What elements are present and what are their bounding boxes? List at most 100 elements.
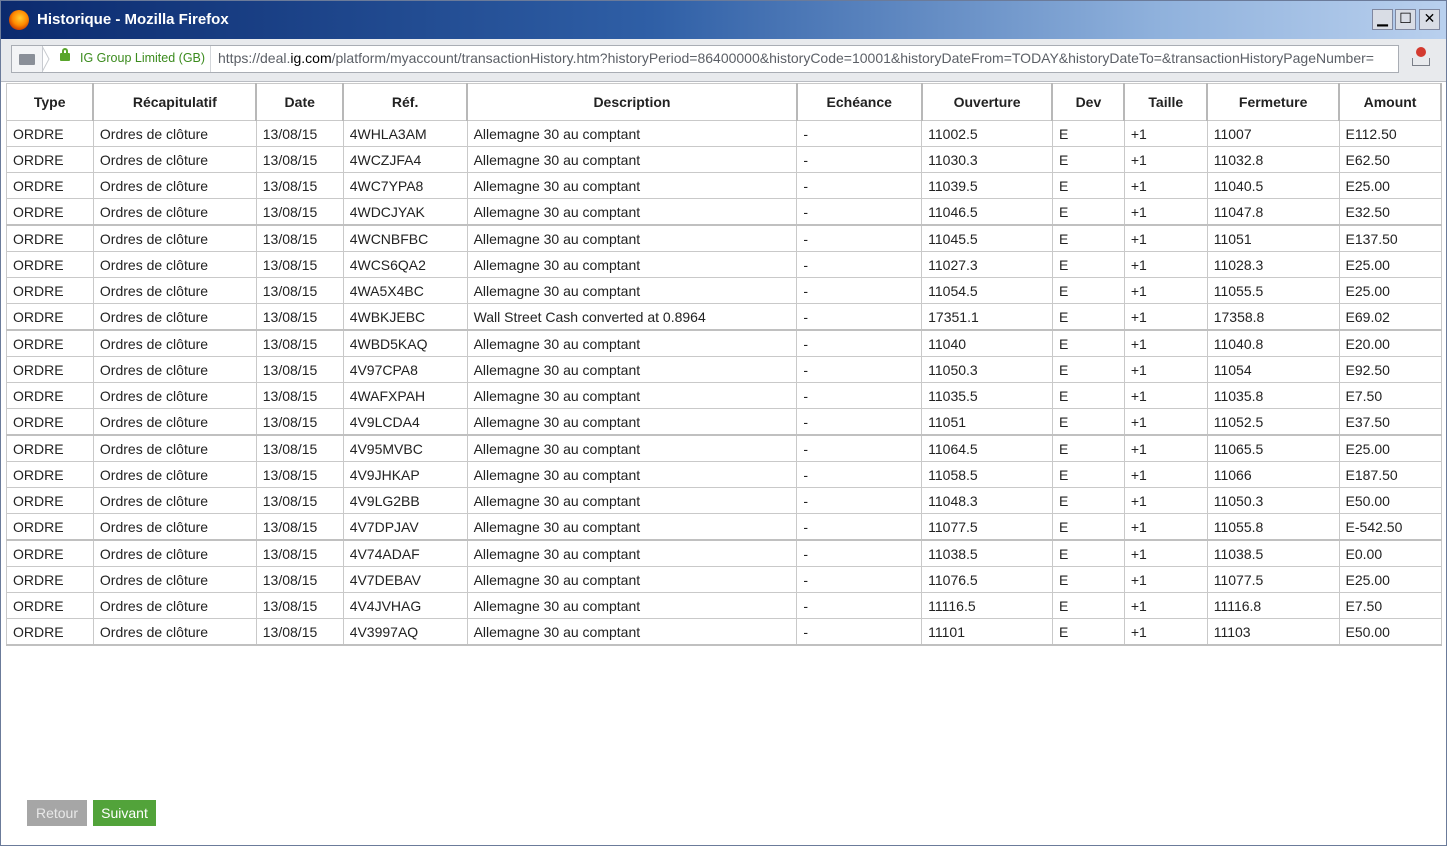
table-cell: 11051 xyxy=(921,408,1053,436)
table-cell: - xyxy=(796,146,923,173)
table-cell: 4WBKJEBC xyxy=(342,303,468,331)
table-cell: +1 xyxy=(1123,356,1208,383)
table-cell: Allemagne 30 au comptant xyxy=(466,277,798,304)
column-header[interactable]: Type xyxy=(6,83,95,121)
table-cell: ORDRE xyxy=(6,566,94,593)
table-cell: 4WAFXPAH xyxy=(342,382,468,409)
table-row: ORDRE Ordres de clôture 13/08/15 4V3997AQ Al… xyxy=(6,618,1442,646)
table-cell: ORDRE xyxy=(6,487,94,514)
table-cell: 11103 xyxy=(1206,618,1340,646)
table-row: ORDRE Ordres de clôture 13/08/15 4V9JHKAP Al… xyxy=(6,461,1442,488)
table-cell: E xyxy=(1051,277,1125,304)
table-cell: ORDRE xyxy=(6,251,94,278)
table-cell: Ordres de clôture xyxy=(92,277,257,304)
table-cell: E69.02 xyxy=(1338,303,1442,331)
table-cell: +1 xyxy=(1123,146,1208,173)
table-cell: Ordres de clôture xyxy=(92,198,257,226)
table-cell: 4V95MVBC xyxy=(342,434,468,462)
table-cell: 13/08/15 xyxy=(255,408,344,436)
table-cell: Ordres de clôture xyxy=(92,356,257,383)
site-identity-label[interactable]: IG Group Limited (GB) xyxy=(80,51,205,65)
table-cell: E25.00 xyxy=(1338,277,1442,304)
close-button[interactable]: ✕ xyxy=(1419,9,1440,30)
table-cell: +1 xyxy=(1123,434,1208,462)
page-identity-icon[interactable] xyxy=(12,46,43,72)
column-header[interactable]: Fermeture xyxy=(1206,83,1341,121)
table-cell: ORDRE xyxy=(6,356,94,383)
column-header[interactable]: Dev xyxy=(1051,83,1126,121)
url-text[interactable]: https://deal.ig.com/platform/myaccount/t… xyxy=(218,50,1394,66)
table-cell: 4V7DEBAV xyxy=(342,566,468,593)
chevron-right-icon xyxy=(42,46,50,72)
column-header[interactable]: Ouverture xyxy=(921,83,1054,121)
table-cell: 11030.3 xyxy=(921,146,1053,173)
maximize-button[interactable]: ☐ xyxy=(1395,9,1416,30)
table-cell: - xyxy=(796,513,923,541)
column-header[interactable]: Date xyxy=(255,83,345,121)
table-cell: E137.50 xyxy=(1338,224,1442,252)
lock-icon xyxy=(60,48,70,61)
column-header[interactable]: Réf. xyxy=(342,83,469,121)
table-cell: E xyxy=(1051,120,1125,147)
table-cell: 4WA5X4BC xyxy=(342,277,468,304)
table-cell: ORDRE xyxy=(6,461,94,488)
table-cell: Ordres de clôture xyxy=(92,618,257,646)
table-cell: E25.00 xyxy=(1338,434,1442,462)
table-cell: 11051 xyxy=(1206,224,1340,252)
table-row: ORDRE Ordres de clôture 13/08/15 4V9LCDA4 Al… xyxy=(6,408,1442,436)
table-cell: 11038.5 xyxy=(1206,539,1340,567)
navigation-bar: IG Group Limited (GB) https://deal.ig.co… xyxy=(1,39,1446,82)
column-header[interactable]: Echéance xyxy=(796,83,923,121)
table-cell: 11054.5 xyxy=(921,277,1053,304)
table-cell: 11035.8 xyxy=(1206,382,1340,409)
table-cell: 13/08/15 xyxy=(255,251,344,278)
table-cell: 11077.5 xyxy=(921,513,1053,541)
table-cell: - xyxy=(796,382,923,409)
suivant-button[interactable]: Suivant xyxy=(93,800,156,826)
table-cell: 11002.5 xyxy=(921,120,1053,147)
table-cell: Wall Street Cash converted at 0.8964 xyxy=(466,303,798,331)
table-cell: 4WCNBFBC xyxy=(342,224,468,252)
table-cell: 4V74ADAF xyxy=(342,539,468,567)
table-cell: E xyxy=(1051,172,1125,199)
table-cell: 11052.5 xyxy=(1206,408,1340,436)
table-cell: 11027.3 xyxy=(921,251,1053,278)
table-cell: +1 xyxy=(1123,120,1208,147)
table-cell: - xyxy=(796,487,923,514)
table-cell: - xyxy=(796,618,923,646)
table-row: ORDRE Ordres de clôture 13/08/15 4V4JVHAG Al… xyxy=(6,592,1442,619)
title-bar[interactable]: Historique - Mozilla Firefox ▁ ☐ ✕ xyxy=(1,1,1446,39)
address-bar[interactable]: IG Group Limited (GB) https://deal.ig.co… xyxy=(11,45,1399,73)
table-cell: E xyxy=(1051,146,1125,173)
table-cell: 13/08/15 xyxy=(255,172,344,199)
table-cell: 13/08/15 xyxy=(255,618,344,646)
column-header[interactable]: Récapitulatif xyxy=(92,83,258,121)
table-row: ORDRE Ordres de clôture 13/08/15 4WAFXPAH Al… xyxy=(6,382,1442,409)
table-cell: E25.00 xyxy=(1338,251,1442,278)
table-cell: - xyxy=(796,408,923,436)
minimize-button[interactable]: ▁ xyxy=(1372,9,1393,30)
notification-icon[interactable] xyxy=(1410,47,1432,69)
table-cell: 11040.5 xyxy=(1206,172,1340,199)
table-cell: Allemagne 30 au comptant xyxy=(466,461,798,488)
column-header[interactable]: Description xyxy=(466,83,798,121)
retour-button[interactable]: Retour xyxy=(27,800,87,826)
table-cell: 11076.5 xyxy=(921,566,1053,593)
table-cell: ORDRE xyxy=(6,329,94,357)
table-row: ORDRE Ordres de clôture 13/08/15 4WA5X4BC Al… xyxy=(6,277,1442,304)
table-cell: +1 xyxy=(1123,329,1208,357)
table-cell: 13/08/15 xyxy=(255,513,344,541)
table-cell: E xyxy=(1051,356,1125,383)
table-cell: 11038.5 xyxy=(921,539,1053,567)
table-cell: Ordres de clôture xyxy=(92,592,257,619)
table-cell: E xyxy=(1051,434,1125,462)
table-cell: Ordres de clôture xyxy=(92,539,257,567)
column-header[interactable]: Amount xyxy=(1338,83,1442,121)
table-cell: 11116.5 xyxy=(921,592,1053,619)
table-cell: Ordres de clôture xyxy=(92,224,257,252)
url-path: /platform/myaccount/transactionHistory.h… xyxy=(331,50,1374,66)
table-row: ORDRE Ordres de clôture 13/08/15 4V9LG2BB Al… xyxy=(6,487,1442,514)
column-header[interactable]: Taille xyxy=(1123,83,1209,121)
table-cell: 11039.5 xyxy=(921,172,1053,199)
table-cell: E25.00 xyxy=(1338,566,1442,593)
